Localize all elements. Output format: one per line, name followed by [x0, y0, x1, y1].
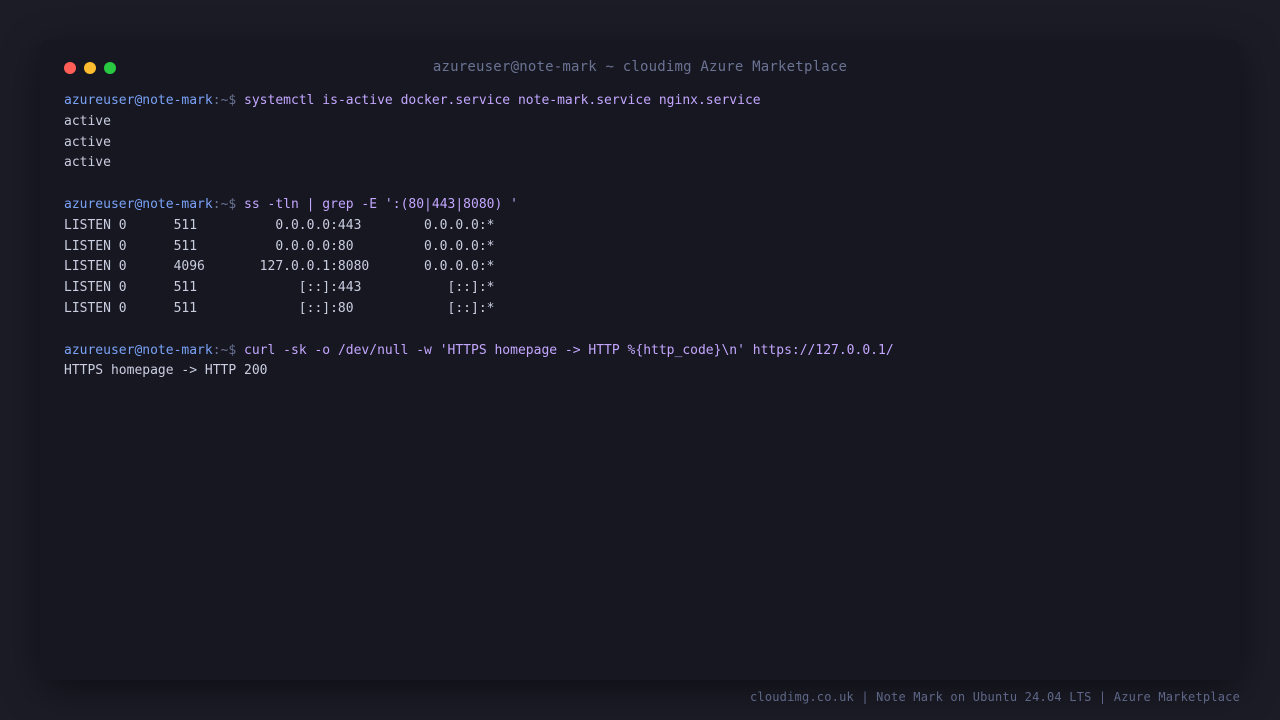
output-line: HTTPS homepage -> HTTP 200	[64, 363, 268, 379]
output-line: active	[64, 134, 111, 150]
output-line: LISTEN 0 4096 127.0.0.1:8080 0.0.0.0:*	[64, 259, 495, 275]
command-text: ss -tln | grep -E ':(80|443|8080) '	[244, 196, 518, 212]
output-line: active	[64, 155, 111, 171]
command-text: curl -sk -o /dev/null -w 'HTTPS homepage…	[244, 342, 894, 358]
terminal-output[interactable]: azureuser@note-mark:~$ systemctl is-acti…	[64, 91, 1214, 382]
command-text: systemctl is-active docker.service note-…	[244, 93, 761, 108]
command-line: azureuser@note-mark:~$ ss -tln | grep -E…	[64, 195, 1214, 216]
prompt-user-host: azureuser@note-mark	[64, 342, 213, 358]
output-line: LISTEN 0 511 [::]:80 [::]:*	[64, 300, 495, 316]
prompt-path: :~$	[212, 196, 245, 212]
window-title: azureuser@note-mark ~ cloudimg Azure Mar…	[432, 59, 848, 75]
output-line: LISTEN 0 511 [::]:443 [::]:*	[64, 280, 495, 296]
command-line: azureuser@note-mark:~$ curl -sk -o /dev/…	[64, 341, 1214, 362]
output-line: active	[64, 113, 111, 129]
prompt-path: :~$	[212, 93, 245, 108]
output-line: LISTEN 0 511 0.0.0.0:443 0.0.0.0:*	[64, 217, 495, 233]
prompt-user-host: azureuser@note-mark	[64, 196, 213, 212]
output-line: LISTEN 0 511 0.0.0.0:80 0.0.0.0:*	[64, 238, 495, 254]
prompt-path: :~$	[212, 342, 245, 358]
prompt-user-host: azureuser@note-mark	[64, 93, 213, 108]
command-line: azureuser@note-mark:~$ systemctl is-acti…	[64, 91, 1214, 112]
footer-caption: cloudimg.co.uk | Note Mark on Ubuntu 24.…	[749, 690, 1240, 704]
terminal-window: azureuser@note-mark ~ cloudimg Azure Mar…	[40, 40, 1240, 680]
title-bar: azureuser@note-mark ~ cloudimg Azure Mar…	[40, 40, 1240, 96]
